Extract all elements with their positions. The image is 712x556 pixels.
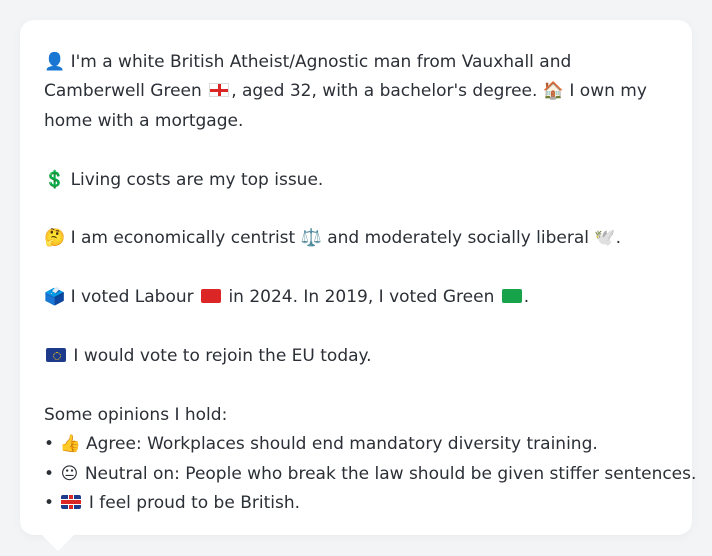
intro-paragraph: 👤 I'm a white British Atheist/Agnostic m… (44, 48, 668, 136)
opinion-text: Neutral on: People who break the law sho… (84, 463, 697, 484)
votes-text-3: . (523, 287, 530, 308)
votes-text-2: in 2024. In 2019, I voted Green (228, 287, 495, 308)
red-square-icon (201, 289, 222, 304)
balance-scale-icon: ⚖️ (300, 228, 322, 249)
issue-text: Living costs are my top issue. (70, 169, 324, 190)
opinion-text: Agree: Workplaces should end mandatory d… (86, 434, 598, 455)
dove-icon: 🕊️ (594, 228, 616, 249)
intro-text-2: , aged 32, with a bachelor's degree. (231, 81, 538, 102)
bullet: • (44, 434, 55, 455)
profile-message-bubble: 👤 I'm a white British Atheist/Agnostic m… (20, 20, 696, 535)
stance-paragraph: 🤔 I am economically centrist ⚖️ and mode… (44, 224, 668, 253)
stance-text-3: . (615, 228, 621, 249)
stance-text-1: I am economically centrist (70, 228, 296, 249)
bullet: • (44, 463, 55, 484)
neutral-face-icon: 😐 (60, 463, 79, 484)
green-square-icon (501, 289, 522, 304)
dollar-icon: 💲 (44, 169, 66, 190)
eu-text: I would vote to rejoin the EU today. (73, 346, 372, 366)
ballot-box-icon: 🗳️ (44, 287, 66, 308)
uk-flag-icon (61, 495, 82, 510)
opinion-item: • 👍 Agree: Workplaces should end mandato… (44, 430, 668, 459)
thumbs-up-icon: 👍 (59, 434, 81, 455)
eu-flag-icon (46, 348, 66, 362)
stance-text-2: and moderately socially liberal (327, 228, 589, 249)
house-icon: 🏠 (542, 81, 564, 102)
thinking-face-icon: 🤔 (44, 228, 66, 249)
bullet: • (44, 493, 55, 514)
votes-text-1: I voted Labour (70, 287, 194, 308)
votes-paragraph: 🗳️ I voted Labour in 2024. In 2019, I vo… (44, 283, 668, 312)
bubble-tail (42, 535, 74, 551)
opinion-item: • 😐 Neutral on: People who break the law… (44, 460, 696, 489)
opinion-item: • I feel proud to be British. (44, 489, 668, 518)
person-silhouette-icon: 👤 (44, 52, 66, 72)
issue-paragraph: 💲 Living costs are my top issue. (44, 166, 668, 195)
opinion-text: I feel proud to be British. (88, 493, 300, 514)
opinions-title: Some opinions I hold: (44, 404, 228, 425)
england-flag-icon (209, 83, 230, 98)
eu-paragraph: I would vote to rejoin the EU today. (44, 342, 668, 371)
